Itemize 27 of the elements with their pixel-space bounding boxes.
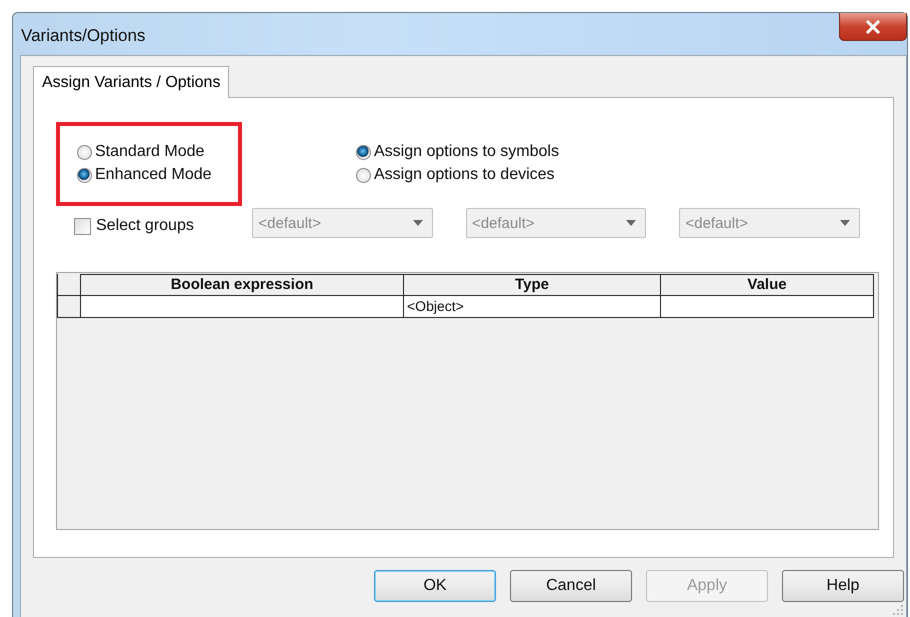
checkbox-label: Select groups [96,217,194,235]
dialog-button[interactable]: Help [782,570,904,602]
column-header[interactable]: Value [661,274,874,296]
close-icon [865,20,881,34]
row-header[interactable] [57,296,81,318]
checkbox[interactable] [74,218,91,234]
table-cell: <Object> [404,296,661,318]
window-title: Variants/Options [21,26,146,46]
radio-indicator[interactable] [77,144,92,160]
radio-button[interactable]: Enhanced Mode [77,166,220,184]
column-header[interactable]: Boolean expression [81,274,404,296]
close-button[interactable] [839,13,907,41]
tab[interactable]: Assign Variants / Options [33,66,230,98]
radio-label: Enhanced Mode [95,166,212,184]
dialog-button: Apply [646,570,768,602]
dialog-button[interactable]: OK [374,570,496,602]
radio-indicator[interactable] [356,144,371,160]
radio-indicator[interactable] [77,168,92,182]
radio-indicator[interactable] [356,168,371,182]
radio-button[interactable]: Standard Mode [77,143,220,161]
caret-icon [840,220,850,226]
caret-icon [626,220,636,226]
dialog-button[interactable]: Cancel [510,570,632,602]
resize-grip-icon [892,604,904,616]
caret-icon [412,220,423,226]
radio-label: Standard Mode [95,143,204,161]
column-header[interactable]: Type [404,274,661,296]
